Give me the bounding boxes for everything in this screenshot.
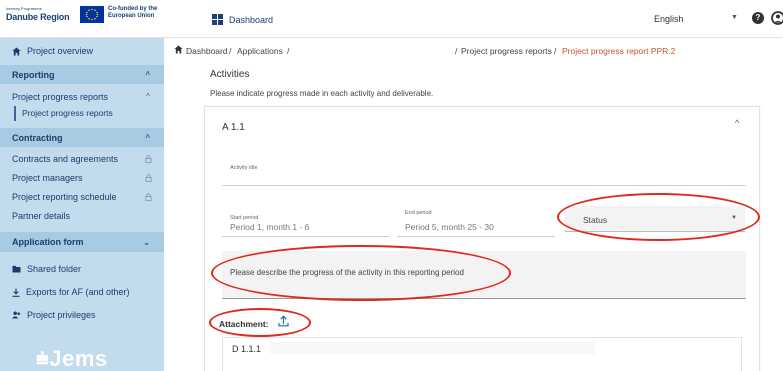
activity-title-label: Activity title	[230, 165, 258, 171]
sidebar: Project overview Reporting ^ Project pro…	[0, 38, 164, 371]
activity-title-field[interactable]	[222, 185, 746, 186]
breadcrumb-dashboard[interactable]: Dashboard	[186, 46, 228, 56]
section-title: Activities	[210, 69, 250, 80]
breadcrumb-applications[interactable]: Applications	[237, 46, 283, 56]
start-period-field	[222, 236, 390, 237]
sidebar-item-exports[interactable]: Exports for AF (and other)	[0, 283, 164, 301]
top-bar: Interreg Programme Danube Region Co-fund…	[0, 0, 783, 38]
sidebar-item-label: Project privileges	[27, 310, 96, 320]
sidebar-item-label: Shared folder	[27, 264, 82, 274]
sidebar-item-project-managers[interactable]: Project managers	[0, 170, 164, 186]
end-period-label: End period	[405, 210, 432, 216]
section-description: Please indicate progress made in each ac…	[210, 89, 434, 98]
breadcrumb-separator: /	[554, 46, 557, 56]
jems-brand: Jems	[49, 346, 108, 371]
end-period-value: Period 5, month 25 - 30	[405, 222, 494, 232]
sidebar-item-label: Contracts and agreements	[12, 154, 119, 164]
sidebar-section-application-form[interactable]: Application form ⌄	[0, 232, 164, 252]
sidebar-item-project-progress-reports[interactable]: Project progress reports ^	[0, 88, 164, 105]
sidebar-item-label: Partner details	[12, 211, 71, 221]
sidebar-item-label: Project managers	[12, 173, 83, 183]
sidebar-section-label: Application form	[12, 237, 84, 247]
chevron-up-icon[interactable]: ^	[735, 118, 739, 128]
dashboard-label: Dashboard	[229, 14, 274, 25]
breadcrumb-separator: /	[455, 46, 458, 56]
start-period-label: Start period	[230, 215, 259, 221]
user-account-icon[interactable]	[771, 10, 783, 26]
jems-logo: ⩧Jems	[36, 346, 108, 371]
chevron-down-icon: ⌄	[143, 237, 150, 247]
sidebar-item-project-privileges[interactable]: Project privileges	[0, 306, 164, 324]
sidebar-item-label: Project overview	[27, 46, 94, 56]
dashboard-grid-icon	[212, 14, 223, 25]
deliverable-code: D 1.1.1	[232, 344, 262, 354]
chevron-up-icon: ^	[145, 70, 150, 79]
dashboard-link[interactable]: Dashboard	[212, 14, 273, 25]
home-icon[interactable]	[174, 45, 183, 54]
cofund-text: Co-funded by the European Union	[108, 6, 158, 19]
deliverable-title-field[interactable]	[270, 342, 595, 354]
breadcrumb-current: Project progress report PPR.2	[562, 46, 676, 56]
lock-icon	[145, 174, 152, 182]
breadcrumb-separator: /	[287, 46, 290, 56]
lock-icon	[145, 193, 152, 201]
sidebar-section-label: Reporting	[12, 69, 55, 80]
sidebar-item-contracts-and-agreements[interactable]: Contracts and agreements	[0, 151, 164, 167]
sidebar-item-label: Project progress reports	[12, 91, 109, 102]
eu-flag-icon	[80, 6, 104, 23]
breadcrumb-progress-reports[interactable]: Project progress reports	[461, 46, 552, 56]
sidebar-item-project-reporting-schedule[interactable]: Project reporting schedule	[0, 189, 164, 205]
help-icon[interactable]: ?	[752, 12, 764, 24]
download-icon	[12, 288, 20, 297]
language-select[interactable]: English	[654, 14, 684, 24]
annotation-ellipse-attachment	[209, 308, 311, 337]
chevron-up-icon: ^	[146, 92, 150, 101]
lock-icon	[145, 155, 152, 163]
users-icon	[12, 311, 21, 319]
sidebar-item-shared-folder[interactable]: Shared folder	[0, 260, 164, 278]
annotation-ellipse-status	[557, 193, 760, 241]
sidebar-section-reporting[interactable]: Reporting ^	[0, 65, 164, 84]
home-icon	[12, 46, 21, 56]
start-period-value: Period 1, month 1 - 6	[230, 222, 310, 232]
logo-name: Danube Region	[6, 12, 70, 22]
sidebar-item-label: Exports for AF (and other)	[26, 287, 130, 297]
sidebar-section-label: Contracting	[12, 132, 63, 143]
sidebar-item-partner-details[interactable]: Partner details	[0, 208, 164, 224]
chevron-down-icon[interactable]: ▼	[731, 14, 738, 21]
sidebar-item-label: Project reporting schedule	[12, 192, 117, 202]
breadcrumb-separator: /	[229, 46, 232, 56]
sidebar-section-contracting[interactable]: Contracting ^	[0, 128, 164, 147]
annotation-ellipse-progress	[211, 245, 511, 301]
programme-logo[interactable]: Interreg Programme Danube Region Co-fund…	[6, 4, 174, 34]
sidebar-subitem-project-progress-reports[interactable]: Project progress reports	[14, 106, 154, 121]
end-period-field	[397, 236, 555, 237]
chevron-up-icon: ^	[145, 133, 150, 142]
breadcrumb: Dashboard / Applications / / Project pro…	[174, 42, 774, 60]
sidebar-item-project-overview[interactable]: Project overview	[0, 42, 164, 60]
logo-tagline: Interreg Programme	[6, 6, 42, 11]
equals-glyph-icon: ⩧	[36, 346, 50, 371]
activity-code: A 1.1	[222, 122, 245, 133]
folder-icon	[12, 265, 21, 273]
